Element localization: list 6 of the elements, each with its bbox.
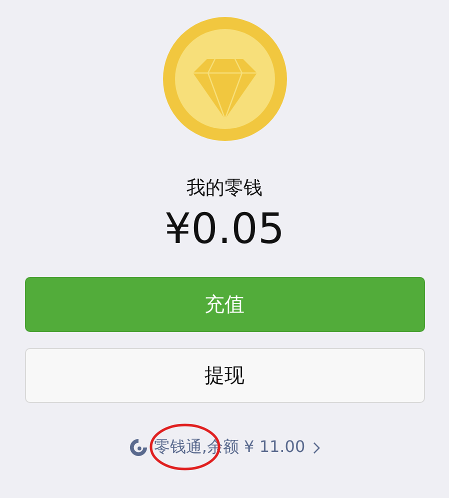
withdraw-button[interactable]: 提现 [24,348,424,403]
wallet-title: 我的零钱 [186,176,262,201]
diamond-coin-icon [162,17,286,141]
chevron-right-icon [313,442,320,454]
top-up-button[interactable]: 充值 [24,277,424,332]
balance-amount: ¥0.05 [164,205,285,253]
